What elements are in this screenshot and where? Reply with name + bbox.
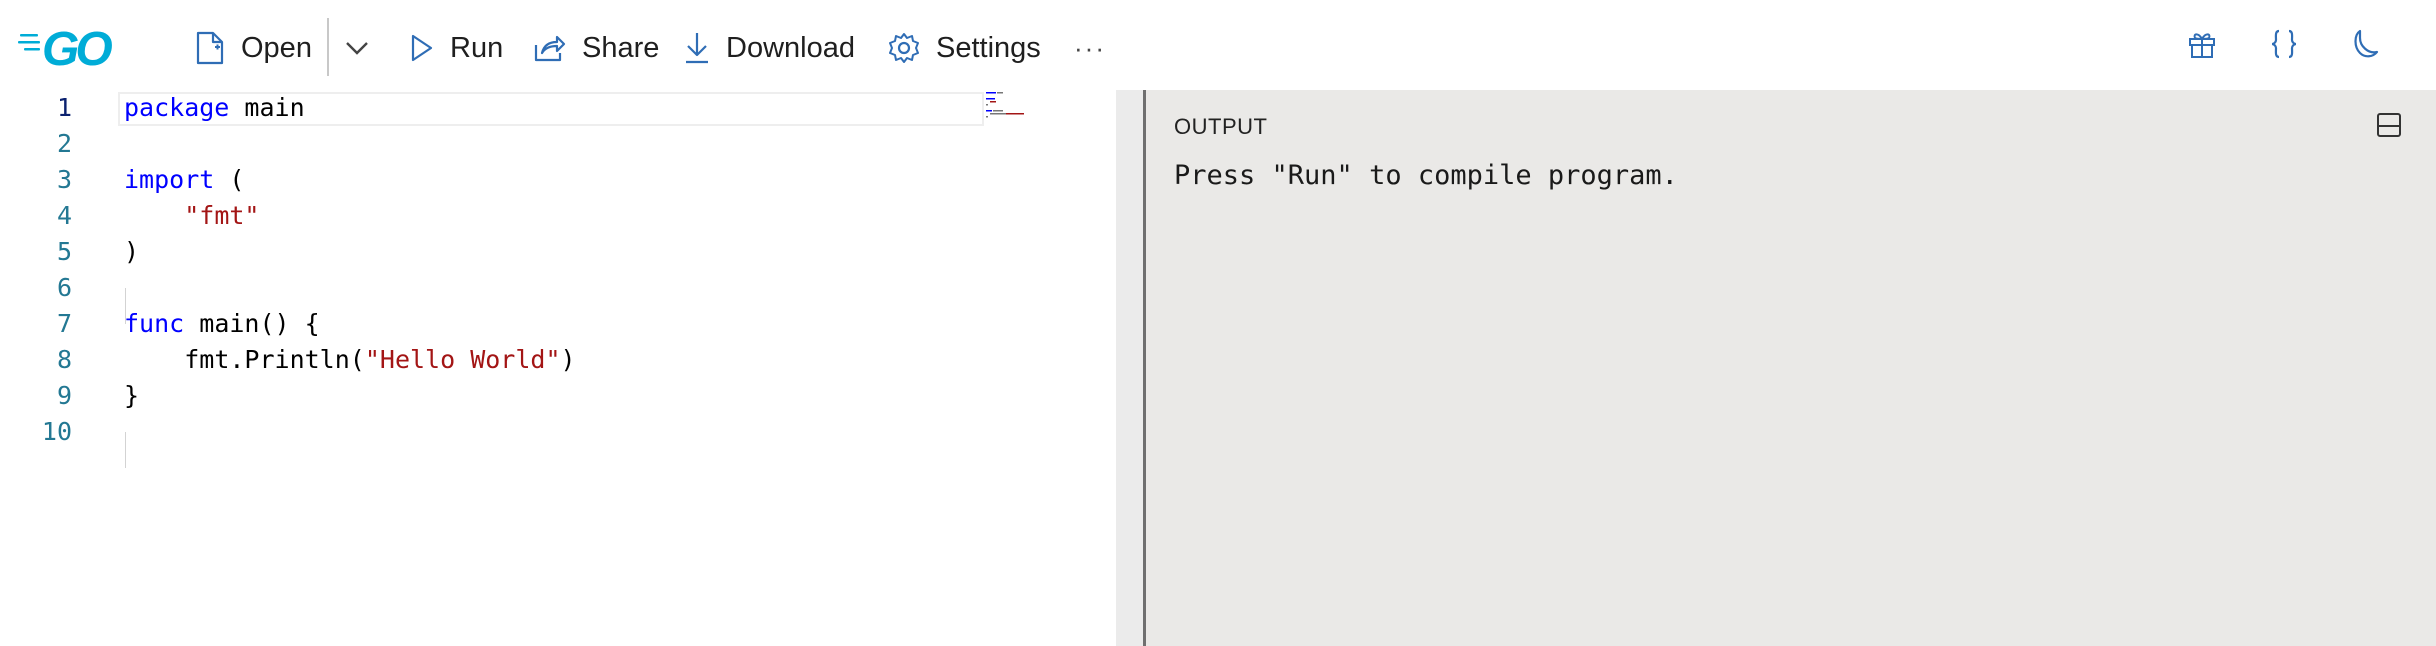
code-text: fmt.Println( (184, 345, 365, 374)
layout-toggle-button[interactable] (2376, 112, 2402, 138)
toolbar: GO Open Run Share Download Settings ··· (0, 0, 2436, 90)
open-dropdown-button[interactable] (344, 20, 370, 76)
open-button[interactable]: Open (195, 20, 312, 76)
keyword: package (124, 93, 230, 122)
split-layout-icon (2376, 113, 2402, 142)
code-line: } (124, 378, 139, 414)
output-panel: OUTPUT Press "Run" to compile program. (1146, 90, 2436, 646)
code-line: ) (124, 234, 139, 270)
line-number: 7 (56, 309, 72, 338)
file-icon (195, 31, 225, 65)
line-number: 9 (56, 381, 72, 410)
settings-button[interactable]: Settings (888, 20, 1041, 76)
chevron-down-icon (344, 39, 370, 57)
code-text: } (124, 381, 140, 410)
go-logo[interactable]: GO (18, 18, 134, 76)
theme-toggle-button[interactable] (2342, 24, 2386, 68)
output-text: Press "Run" to compile program. (1174, 160, 1678, 191)
pane-divider[interactable] (1116, 90, 1144, 646)
toolbar-separator (327, 18, 329, 76)
open-label: Open (241, 31, 312, 64)
download-button[interactable]: Download (684, 20, 855, 76)
line-number: 1 (56, 93, 72, 122)
share-button[interactable]: Share (532, 20, 659, 76)
line-number: 2 (56, 129, 72, 158)
code-text: ) (124, 237, 140, 266)
play-icon (410, 33, 434, 63)
code-line: package main (124, 90, 305, 126)
minimap[interactable] (986, 90, 1046, 130)
code-line: import ( (124, 162, 244, 198)
gift-icon (2187, 29, 2217, 64)
code-text: ) (560, 345, 576, 374)
code-line: "fmt" (124, 198, 259, 234)
run-button[interactable]: Run (410, 20, 503, 76)
gear-icon (888, 32, 920, 64)
code-line: func main() { (124, 306, 320, 342)
line-number: 4 (56, 201, 72, 230)
line-number: 5 (56, 237, 72, 266)
share-icon (532, 33, 566, 63)
string-literal: "Hello World" (364, 345, 561, 374)
string-literal: "fmt" (184, 201, 260, 230)
format-button[interactable] (2262, 24, 2306, 68)
more-label: ··· (1074, 32, 1106, 63)
indent-guide (125, 432, 126, 468)
code-line: fmt.Println("Hello World") (124, 342, 576, 378)
line-number: 6 (56, 273, 72, 302)
download-label: Download (726, 31, 855, 64)
share-label: Share (582, 31, 660, 64)
code-text: main (229, 93, 305, 122)
line-number: 8 (56, 345, 72, 374)
output-title: OUTPUT (1174, 114, 1268, 139)
settings-label: Settings (936, 31, 1041, 64)
code-editor[interactable]: 1 2 3 4 5 6 7 8 9 10 package main import… (0, 90, 1116, 646)
gift-button[interactable] (2180, 24, 2224, 68)
logo-text: GO (42, 23, 112, 74)
more-button[interactable]: ··· (1074, 20, 1106, 76)
keyword: func (124, 309, 185, 338)
line-number: 10 (41, 417, 72, 446)
braces-icon (2269, 28, 2299, 65)
moon-icon (2348, 28, 2380, 65)
code-text: main() { (184, 309, 320, 338)
code-text: ( (214, 165, 245, 194)
download-icon (684, 31, 710, 65)
run-label: Run (450, 31, 504, 64)
keyword: import (124, 165, 215, 194)
line-number: 3 (56, 165, 72, 194)
